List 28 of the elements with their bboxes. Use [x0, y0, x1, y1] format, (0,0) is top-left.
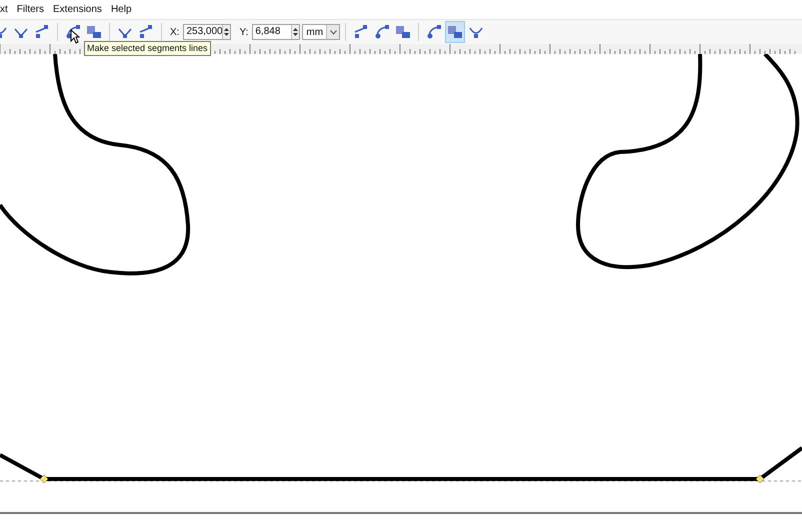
unit-dropdown[interactable]: mm	[302, 24, 340, 40]
menu-item[interactable]: Help	[110, 2, 132, 17]
menu-item[interactable]: Extensions	[53, 2, 102, 17]
node-tool-icon	[138, 24, 154, 40]
y-label: Y:	[239, 26, 248, 40]
selected-path[interactable]	[0, 446, 802, 481]
node-tool-icon	[353, 24, 370, 40]
node-tool-button[interactable]	[445, 21, 466, 43]
coordinate-field[interactable]: 6,848	[252, 24, 300, 40]
node-tool-icon	[65, 24, 81, 40]
spinner-icon[interactable]	[293, 27, 298, 37]
spinner-icon[interactable]	[224, 27, 230, 37]
node-handle[interactable]	[756, 474, 764, 484]
menu-item[interactable]: Filters	[16, 2, 44, 17]
x-label: X:	[170, 26, 180, 40]
node-handle[interactable]	[40, 474, 48, 484]
chevron-down-icon	[330, 30, 337, 34]
node-tool-icon	[447, 24, 464, 40]
tooltip: Make selected segments lines	[84, 41, 211, 56]
curved-shape[interactable]	[0, 54, 190, 276]
curved-shape[interactable]	[576, 54, 800, 269]
coordinate-field[interactable]: 253,000	[183, 24, 232, 40]
node-tool-icon	[34, 24, 50, 40]
node-tool-icon	[426, 24, 442, 40]
node-tool-icon	[395, 24, 412, 40]
node-tool-icon	[374, 24, 390, 40]
menu-item[interactable]: xt	[0, 2, 8, 17]
node-tool-icon	[86, 24, 102, 40]
